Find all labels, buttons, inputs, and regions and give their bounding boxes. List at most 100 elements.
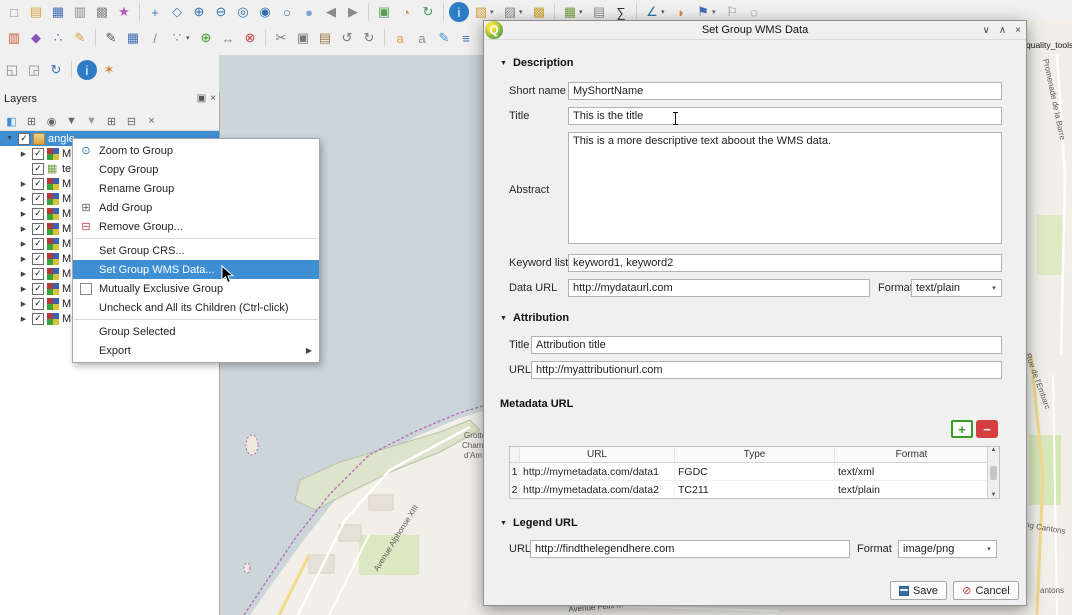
settings-wrench-icon[interactable]: ✶ bbox=[99, 60, 119, 80]
style-manager-icon[interactable]: ★ bbox=[114, 2, 134, 22]
refresh-icon[interactable]: ↻ bbox=[418, 2, 438, 22]
select-features-icon[interactable]: ▧ bbox=[471, 2, 491, 22]
layer-checkbox[interactable]: ✓ bbox=[32, 223, 44, 235]
cell-format[interactable]: text/xml bbox=[835, 463, 989, 480]
menu-item-export[interactable]: Export ▶ bbox=[73, 341, 319, 360]
undo-icon[interactable]: ↺ bbox=[337, 28, 357, 48]
layout-manager-icon[interactable]: ▩ bbox=[92, 2, 112, 22]
new-map-view-icon[interactable]: ▣ bbox=[374, 2, 394, 22]
expand-arrow-icon[interactable]: ▶ bbox=[18, 255, 29, 263]
menu-item-copy-group[interactable]: Copy Group bbox=[73, 160, 319, 179]
paste-features-icon[interactable]: ▤ bbox=[315, 28, 335, 48]
layer-checkbox[interactable]: ✓ bbox=[18, 133, 30, 145]
menu-item-zoom-to-group[interactable]: ⊙ Zoom to Group bbox=[73, 141, 319, 160]
mutually-exclusive-checkbox[interactable] bbox=[80, 283, 92, 295]
dropdown-arrow-icon[interactable]: ▾ bbox=[490, 8, 498, 16]
vertex-tool-icon[interactable]: ∵ bbox=[167, 28, 187, 48]
expand-arrow-icon[interactable]: ▶ bbox=[18, 270, 29, 278]
section-header-legend-url[interactable]: ▼ Legend URL bbox=[500, 517, 578, 529]
layer-checkbox[interactable]: ✓ bbox=[32, 313, 44, 325]
scroll-down-icon[interactable]: ▼ bbox=[991, 492, 997, 498]
pan-map-icon[interactable]: + bbox=[145, 2, 165, 22]
zoom-to-layer-icon[interactable]: ● bbox=[299, 2, 319, 22]
table-scrollbar[interactable]: ▲ ▼ bbox=[987, 447, 999, 498]
attribution-title-input[interactable] bbox=[531, 336, 1002, 354]
zoom-out-icon[interactable]: ⊖ bbox=[211, 2, 231, 22]
expand-arrow-icon[interactable]: ▶ bbox=[18, 240, 29, 248]
title-input[interactable] bbox=[568, 107, 1002, 125]
cell-format[interactable]: text/plain bbox=[835, 481, 989, 498]
table-row[interactable]: 2 http://mymetadata.com/data2 TC211 text… bbox=[510, 481, 999, 499]
expand-arrow-icon[interactable]: ▶ bbox=[18, 180, 29, 188]
collapse-all-icon[interactable]: ⊟ bbox=[123, 113, 140, 130]
layer-checkbox[interactable]: ✓ bbox=[32, 178, 44, 190]
legend-url-input[interactable] bbox=[530, 540, 850, 558]
delete-selected-icon[interactable]: ⊗ bbox=[240, 28, 260, 48]
move-feature-icon[interactable]: ◱ bbox=[2, 60, 22, 80]
panel-close-icon[interactable]: × bbox=[210, 93, 216, 104]
column-header-url[interactable]: URL bbox=[520, 447, 675, 462]
expand-arrow-icon[interactable]: ▶ bbox=[18, 195, 29, 203]
scrollbar-thumb[interactable] bbox=[990, 466, 997, 480]
expand-all-icon[interactable]: ⊞ bbox=[103, 113, 120, 130]
zoom-full-icon[interactable]: ◉ bbox=[255, 2, 275, 22]
remove-layer-icon[interactable]: × bbox=[143, 113, 160, 130]
map-tips-icon[interactable]: ◗ bbox=[671, 2, 691, 22]
pan-to-selection-icon[interactable]: ◇ bbox=[167, 2, 187, 22]
layer-checkbox[interactable]: ✓ bbox=[32, 163, 44, 175]
menu-item-group-selected[interactable]: Group Selected bbox=[73, 322, 319, 341]
column-header-format[interactable]: Format bbox=[835, 447, 989, 462]
section-header-description[interactable]: ▼ Description bbox=[500, 57, 573, 69]
digitize-segment-icon[interactable]: / bbox=[145, 28, 165, 48]
print-layout-icon[interactable]: ▥ bbox=[70, 2, 90, 22]
menu-item-uncheck-children[interactable]: Uncheck and All its Children (Ctrl-click… bbox=[73, 298, 319, 317]
dropdown-arrow-icon[interactable]: ▾ bbox=[712, 8, 720, 16]
layer-styling-icon[interactable]: ◧ bbox=[3, 113, 20, 130]
python-console-icon[interactable]: ≡ bbox=[456, 28, 476, 48]
dropdown-arrow-icon[interactable]: ▾ bbox=[661, 8, 669, 16]
data-format-combo[interactable]: text/plain ▾ bbox=[911, 279, 1002, 297]
project-save-icon[interactable]: ▦ bbox=[48, 2, 68, 22]
keyword-list-input[interactable] bbox=[568, 254, 1002, 272]
cell-type[interactable]: TC211 bbox=[675, 481, 835, 498]
add-metadata-row-button[interactable]: + bbox=[951, 420, 973, 438]
cut-features-icon[interactable]: ✂ bbox=[271, 28, 291, 48]
new-bookmark-icon[interactable]: ⚑ bbox=[693, 2, 713, 22]
toggle-editing-icon[interactable]: ✎ bbox=[101, 28, 121, 48]
zoom-last-icon[interactable]: ◀ bbox=[321, 2, 341, 22]
style-dock-icon[interactable]: ◆ bbox=[26, 28, 46, 48]
expand-arrow-icon[interactable]: ▶ bbox=[18, 210, 29, 218]
move-feature-icon[interactable]: ↔ bbox=[218, 28, 238, 48]
zoom-in-icon[interactable]: ⊕ bbox=[189, 2, 209, 22]
scroll-up-icon[interactable]: ▲ bbox=[991, 447, 997, 453]
menu-item-mutually-exclusive-group[interactable]: Mutually Exclusive Group bbox=[73, 279, 319, 298]
layer-checkbox[interactable]: ✓ bbox=[32, 238, 44, 250]
panel-dock-icon[interactable]: ▣ bbox=[197, 93, 206, 104]
labeling-options-icon[interactable]: a bbox=[412, 28, 432, 48]
identify-features-icon[interactable]: i bbox=[449, 2, 469, 22]
short-name-input[interactable] bbox=[568, 82, 1002, 100]
column-header-type[interactable]: Type bbox=[675, 447, 835, 462]
attribution-url-input[interactable] bbox=[531, 361, 1002, 379]
expand-arrow-icon[interactable]: ▶ bbox=[18, 285, 29, 293]
map-themes-icon[interactable]: ◉ bbox=[43, 113, 60, 130]
menu-item-add-group[interactable]: ⊞ Add Group bbox=[73, 198, 319, 217]
attribute-table-icon[interactable]: ▦ bbox=[560, 2, 580, 22]
copy-features-icon[interactable]: ▣ bbox=[293, 28, 313, 48]
dropdown-arrow-icon[interactable]: ▾ bbox=[186, 34, 194, 42]
dialog-collapse-icon[interactable]: ∨ bbox=[983, 25, 990, 36]
labeling-icon[interactable]: a bbox=[390, 28, 410, 48]
layer-checkbox[interactable]: ✓ bbox=[32, 193, 44, 205]
cell-type[interactable]: FGDC bbox=[675, 463, 835, 480]
layer-checkbox[interactable]: ✓ bbox=[32, 298, 44, 310]
measure-icon[interactable]: ∠ bbox=[642, 2, 662, 22]
layer-checkbox[interactable]: ✓ bbox=[32, 268, 44, 280]
zoom-to-selection-icon[interactable]: ○ bbox=[277, 2, 297, 22]
zoom-next-icon[interactable]: ▶ bbox=[343, 2, 363, 22]
cell-url[interactable]: http://mymetadata.com/data2 bbox=[520, 481, 675, 498]
select-by-expression-icon[interactable]: ▩ bbox=[529, 2, 549, 22]
dropdown-arrow-icon[interactable]: ▾ bbox=[579, 8, 587, 16]
current-edits-icon[interactable]: ✎ bbox=[70, 28, 90, 48]
layer-checkbox[interactable]: ✓ bbox=[32, 283, 44, 295]
menu-item-set-group-wms-data[interactable]: Set Group WMS Data... bbox=[73, 260, 319, 279]
